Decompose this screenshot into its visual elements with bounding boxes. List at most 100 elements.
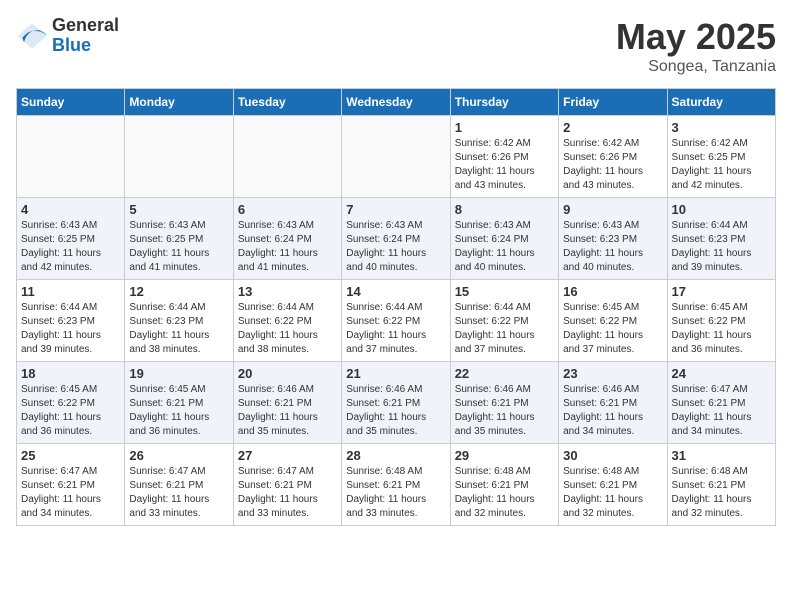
day-info: Sunrise: 6:43 AM Sunset: 6:24 PM Dayligh… bbox=[346, 219, 445, 275]
calendar-cell: 11 Sunrise: 6:44 AM Sunset: 6:23 PM Dayli… bbox=[17, 280, 125, 362]
weekday-header-wednesday: Wednesday bbox=[342, 89, 450, 116]
calendar-cell: 17 Sunrise: 6:45 AM Sunset: 6:22 PM Dayli… bbox=[667, 280, 775, 362]
day-info: Sunrise: 6:45 AM Sunset: 6:22 PM Dayligh… bbox=[672, 301, 771, 357]
calendar-cell: 6 Sunrise: 6:43 AM Sunset: 6:24 PM Daylig… bbox=[233, 198, 341, 280]
calendar-cell: 13Sunrise: 6:44 AM Sunset: 6:22 PM Dayli… bbox=[233, 280, 341, 362]
day-info: Sunrise: 6:44 AM Sunset: 6:22 PM Dayligh… bbox=[238, 301, 337, 357]
weekday-header-row: SundayMondayTuesdayWednesdayThursdayFrid… bbox=[17, 89, 776, 116]
logo: General Blue bbox=[16, 16, 119, 56]
week-row-5: 25 Sunrise: 6:47 AM Sunset: 6:21 PM Dayli… bbox=[17, 444, 776, 526]
calendar-cell: 12 Sunrise: 6:44 AM Sunset: 6:23 PM Dayli… bbox=[125, 280, 233, 362]
day-info: Sunrise: 6:48 AM Sunset: 6:21 PM Dayligh… bbox=[672, 465, 771, 521]
calendar-cell: 25 Sunrise: 6:47 AM Sunset: 6:21 PM Dayli… bbox=[17, 444, 125, 526]
calendar-cell: 19 Sunrise: 6:45 AM Sunset: 6:21 PM Dayli… bbox=[125, 362, 233, 444]
calendar-cell: 20 Sunrise: 6:46 AM Sunset: 6:21 PM Dayli… bbox=[233, 362, 341, 444]
day-number: 28 bbox=[346, 448, 445, 463]
calendar-cell: 29 Sunrise: 6:48 AM Sunset: 6:21 PM Dayli… bbox=[450, 444, 558, 526]
day-info: Sunrise: 6:43 AM Sunset: 6:25 PM Dayligh… bbox=[21, 219, 120, 275]
calendar-cell bbox=[17, 116, 125, 198]
calendar-cell: 5 Sunrise: 6:43 AM Sunset: 6:25 PM Daylig… bbox=[125, 198, 233, 280]
day-number: 26 bbox=[129, 448, 228, 463]
day-info: Sunrise: 6:44 AM Sunset: 6:23 PM Dayligh… bbox=[21, 301, 120, 357]
calendar-cell: 10 Sunrise: 6:44 AM Sunset: 6:23 PM Dayli… bbox=[667, 198, 775, 280]
calendar-cell: 24Sunrise: 6:47 AM Sunset: 6:21 PM Dayli… bbox=[667, 362, 775, 444]
calendar-cell: 1Sunrise: 6:42 AM Sunset: 6:26 PM Daylig… bbox=[450, 116, 558, 198]
day-number: 8 bbox=[455, 202, 554, 217]
day-number: 12 bbox=[129, 284, 228, 299]
calendar-cell: 14Sunrise: 6:44 AM Sunset: 6:22 PM Dayli… bbox=[342, 280, 450, 362]
day-info: Sunrise: 6:42 AM Sunset: 6:26 PM Dayligh… bbox=[563, 137, 662, 193]
day-number: 16 bbox=[563, 284, 662, 299]
day-info: Sunrise: 6:44 AM Sunset: 6:22 PM Dayligh… bbox=[346, 301, 445, 357]
day-number: 20 bbox=[238, 366, 337, 381]
weekday-header-friday: Friday bbox=[559, 89, 667, 116]
logo-general-text: General bbox=[52, 16, 119, 36]
week-row-3: 11 Sunrise: 6:44 AM Sunset: 6:23 PM Dayli… bbox=[17, 280, 776, 362]
calendar-location: Songea, Tanzania bbox=[616, 58, 776, 76]
day-info: Sunrise: 6:46 AM Sunset: 6:21 PM Dayligh… bbox=[455, 383, 554, 439]
weekday-header-monday: Monday bbox=[125, 89, 233, 116]
calendar-table: SundayMondayTuesdayWednesdayThursdayFrid… bbox=[16, 88, 776, 526]
calendar-cell: 23 Sunrise: 6:46 AM Sunset: 6:21 PM Dayli… bbox=[559, 362, 667, 444]
calendar-cell: 4Sunrise: 6:43 AM Sunset: 6:25 PM Daylig… bbox=[17, 198, 125, 280]
calendar-cell: 2 Sunrise: 6:42 AM Sunset: 6:26 PM Daylig… bbox=[559, 116, 667, 198]
day-info: Sunrise: 6:43 AM Sunset: 6:24 PM Dayligh… bbox=[455, 219, 554, 275]
day-number: 25 bbox=[21, 448, 120, 463]
calendar-title: May 2025 bbox=[616, 16, 776, 58]
day-number: 7 bbox=[346, 202, 445, 217]
day-number: 10 bbox=[672, 202, 771, 217]
calendar-cell: 31Sunrise: 6:48 AM Sunset: 6:21 PM Dayli… bbox=[667, 444, 775, 526]
day-number: 23 bbox=[563, 366, 662, 381]
day-number: 17 bbox=[672, 284, 771, 299]
day-number: 22 bbox=[455, 366, 554, 381]
day-info: Sunrise: 6:47 AM Sunset: 6:21 PM Dayligh… bbox=[21, 465, 120, 521]
title-block: May 2025 Songea, Tanzania bbox=[616, 16, 776, 76]
day-info: Sunrise: 6:43 AM Sunset: 6:24 PM Dayligh… bbox=[238, 219, 337, 275]
page-header: General Blue May 2025 Songea, Tanzania bbox=[16, 16, 776, 76]
weekday-header-thursday: Thursday bbox=[450, 89, 558, 116]
calendar-cell bbox=[233, 116, 341, 198]
calendar-cell bbox=[342, 116, 450, 198]
day-info: Sunrise: 6:48 AM Sunset: 6:21 PM Dayligh… bbox=[563, 465, 662, 521]
day-info: Sunrise: 6:44 AM Sunset: 6:23 PM Dayligh… bbox=[672, 219, 771, 275]
calendar-cell: 18Sunrise: 6:45 AM Sunset: 6:22 PM Dayli… bbox=[17, 362, 125, 444]
day-info: Sunrise: 6:45 AM Sunset: 6:21 PM Dayligh… bbox=[129, 383, 228, 439]
day-info: Sunrise: 6:46 AM Sunset: 6:21 PM Dayligh… bbox=[563, 383, 662, 439]
day-info: Sunrise: 6:47 AM Sunset: 6:21 PM Dayligh… bbox=[129, 465, 228, 521]
calendar-cell: 15 Sunrise: 6:44 AM Sunset: 6:22 PM Dayli… bbox=[450, 280, 558, 362]
calendar-cell bbox=[125, 116, 233, 198]
logo-blue-text: Blue bbox=[52, 36, 119, 56]
day-info: Sunrise: 6:46 AM Sunset: 6:21 PM Dayligh… bbox=[238, 383, 337, 439]
logo-icon bbox=[16, 20, 48, 52]
calendar-cell: 9 Sunrise: 6:43 AM Sunset: 6:23 PM Daylig… bbox=[559, 198, 667, 280]
day-info: Sunrise: 6:44 AM Sunset: 6:23 PM Dayligh… bbox=[129, 301, 228, 357]
day-number: 21 bbox=[346, 366, 445, 381]
day-number: 6 bbox=[238, 202, 337, 217]
day-number: 2 bbox=[563, 120, 662, 135]
day-info: Sunrise: 6:48 AM Sunset: 6:21 PM Dayligh… bbox=[455, 465, 554, 521]
day-info: Sunrise: 6:43 AM Sunset: 6:25 PM Dayligh… bbox=[129, 219, 228, 275]
calendar-cell: 21Sunrise: 6:46 AM Sunset: 6:21 PM Dayli… bbox=[342, 362, 450, 444]
day-info: Sunrise: 6:45 AM Sunset: 6:22 PM Dayligh… bbox=[563, 301, 662, 357]
calendar-cell: 27Sunrise: 6:47 AM Sunset: 6:21 PM Dayli… bbox=[233, 444, 341, 526]
calendar-cell: 30Sunrise: 6:48 AM Sunset: 6:21 PM Dayli… bbox=[559, 444, 667, 526]
week-row-1: 1 Sunrise: 6:42 AM Sunset: 6:26 PM Daylig… bbox=[17, 116, 776, 198]
week-row-2: 4Sunrise: 6:43 AM Sunset: 6:25 PM Daylig… bbox=[17, 198, 776, 280]
calendar-cell: 16 Sunrise: 6:45 AM Sunset: 6:22 PM Dayli… bbox=[559, 280, 667, 362]
day-info: Sunrise: 6:47 AM Sunset: 6:21 PM Dayligh… bbox=[238, 465, 337, 521]
day-number: 1 bbox=[455, 120, 554, 135]
day-number: 29 bbox=[455, 448, 554, 463]
day-number: 9 bbox=[563, 202, 662, 217]
week-row-4: 18Sunrise: 6:45 AM Sunset: 6:22 PM Dayli… bbox=[17, 362, 776, 444]
day-number: 15 bbox=[455, 284, 554, 299]
day-number: 11 bbox=[21, 284, 120, 299]
weekday-header-sunday: Sunday bbox=[17, 89, 125, 116]
day-info: Sunrise: 6:44 AM Sunset: 6:22 PM Dayligh… bbox=[455, 301, 554, 357]
weekday-header-tuesday: Tuesday bbox=[233, 89, 341, 116]
calendar-cell: 7 Sunrise: 6:43 AM Sunset: 6:24 PM Daylig… bbox=[342, 198, 450, 280]
day-number: 19 bbox=[129, 366, 228, 381]
day-number: 3 bbox=[672, 120, 771, 135]
logo-text: General Blue bbox=[52, 16, 119, 56]
day-info: Sunrise: 6:43 AM Sunset: 6:23 PM Dayligh… bbox=[563, 219, 662, 275]
day-number: 5 bbox=[129, 202, 228, 217]
